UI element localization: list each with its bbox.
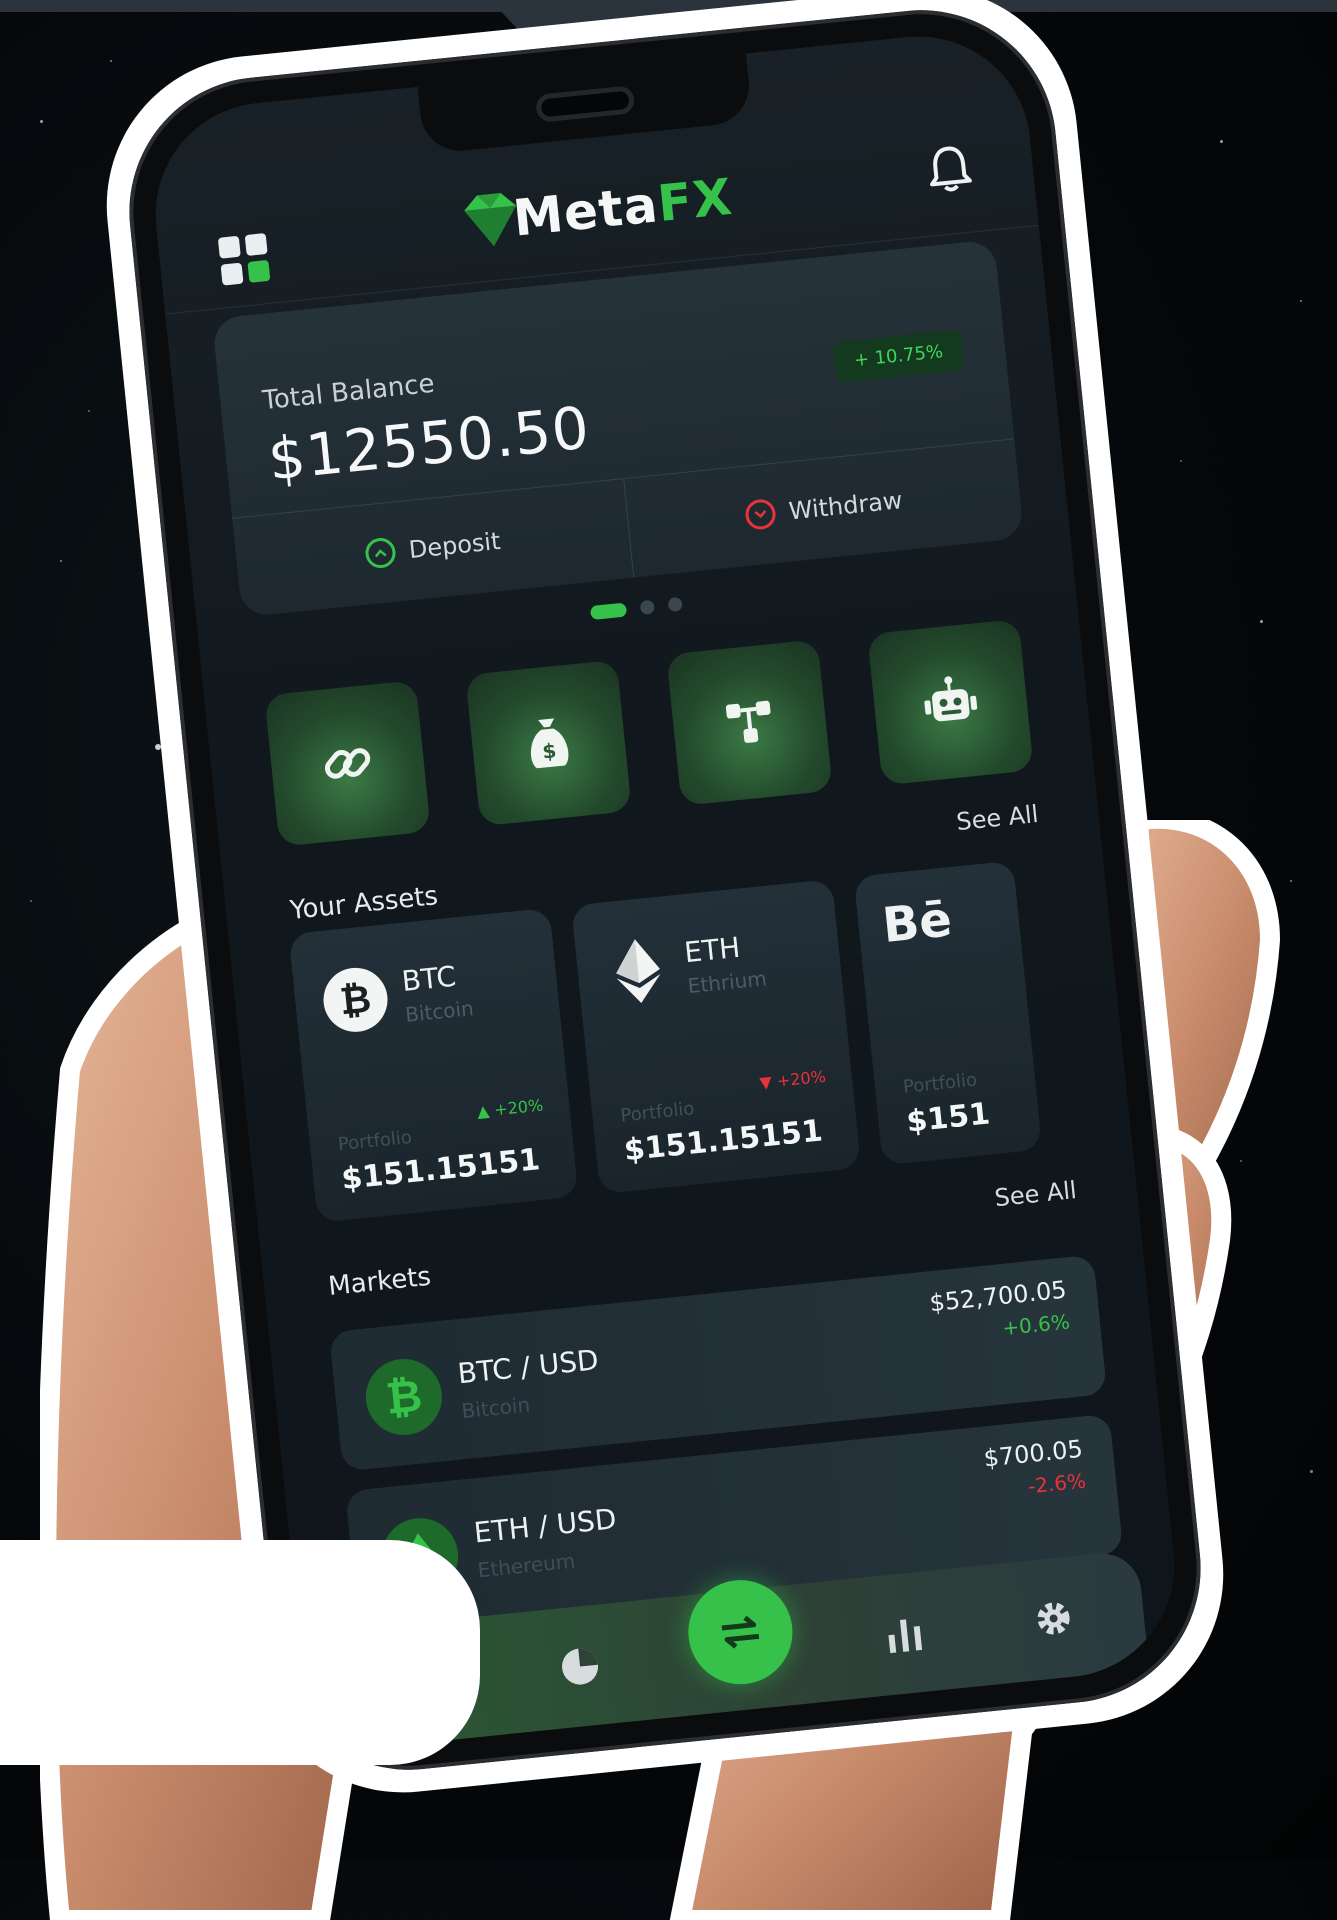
asset-name: Bitcoin [404, 996, 475, 1027]
markets-list: ₿ BTC / USD Bitcoin $52,700.05 +0.6% ETH… [327, 1230, 1141, 1631]
bar-chart-icon[interactable] [871, 1601, 937, 1667]
market-pair: BTC / USD [456, 1343, 601, 1391]
quick-action-network[interactable] [666, 639, 833, 806]
phone-frame: MetaFX Total Balance $12550.50 + 10.75% [116, 0, 1214, 1783]
asset-portfolio-label: Portfolio [902, 1069, 978, 1098]
quick-action-money[interactable]: $ [465, 659, 632, 827]
deposit-label: Deposit [407, 526, 502, 565]
app-screen: MetaFX Total Balance $12550.50 + 10.75% [144, 25, 1186, 1755]
asset-symbol: Bē [879, 891, 955, 955]
market-price: $700.05 [982, 1434, 1085, 1473]
asset-portfolio-label: Portfolio [619, 1098, 696, 1127]
logo-prefix: Meta [510, 175, 661, 248]
asset-symbol: ETH [682, 930, 742, 970]
carousel-dot-2[interactable] [639, 599, 656, 616]
markets-title: Markets [326, 1261, 433, 1302]
bell-icon[interactable] [924, 141, 975, 195]
asset-symbol: BTC [400, 959, 458, 998]
asset-value: $151 [904, 1096, 992, 1140]
asset-card-btc[interactable]: ₿ BTC Bitcoin ▲ +20% Portfolio $151.1515… [288, 907, 579, 1223]
market-change: +0.6% [1001, 1309, 1071, 1341]
grid-menu-icon[interactable] [217, 233, 273, 288]
market-name: Ethereum [476, 1548, 577, 1583]
assets-title: Your Assets [288, 881, 440, 926]
money-bag-icon: $ [530, 718, 569, 769]
speaker-icon [535, 85, 636, 123]
logo-suffix: FX [655, 167, 736, 234]
chevron-down-icon [743, 498, 777, 531]
app-logo: MetaFX [457, 166, 736, 253]
carousel-dot-1[interactable] [589, 602, 628, 621]
link-icon [324, 748, 371, 779]
phone-mockup: MetaFX Total Balance $12550.50 + 10.75% [92, 0, 1238, 1807]
white-pill-shape [0, 1540, 480, 1765]
bitcoin-icon: ₿ [320, 964, 391, 1035]
ethereum-icon [603, 936, 673, 1006]
robot-icon [924, 676, 978, 722]
assets-see-all-link[interactable]: See All [955, 800, 1040, 836]
asset-change: ▲ +20% [476, 1095, 545, 1122]
market-change: -2.6% [1026, 1468, 1088, 1499]
quick-actions: $ [264, 618, 1034, 847]
carousel-indicator [589, 596, 683, 621]
asset-card-partial[interactable]: Bē Portfolio $151 [853, 860, 1043, 1166]
withdraw-button[interactable]: Withdraw [623, 438, 1024, 577]
balance-label: Total Balance [261, 368, 436, 417]
asset-card-eth[interactable]: ETH Ethrium ▼ +20% Portfolio $151.15151 [571, 879, 862, 1195]
chevron-up-icon [363, 536, 397, 570]
network-icon [725, 700, 771, 743]
market-name: Bitcoin [460, 1392, 532, 1424]
market-pair: ETH / USD [472, 1502, 618, 1550]
quick-action-robot[interactable] [867, 618, 1034, 786]
bitcoin-icon: ₿ [362, 1355, 446, 1439]
markets-see-all-link[interactable]: See All [993, 1176, 1078, 1212]
asset-name: Ethrium [686, 966, 768, 999]
carousel-dot-3[interactable] [667, 596, 683, 613]
asset-portfolio-label: Portfolio [337, 1126, 413, 1156]
asset-change: ▼ +20% [758, 1066, 827, 1093]
withdraw-label: Withdraw [787, 486, 904, 526]
settings-icon[interactable] [1021, 1586, 1087, 1652]
quick-action-link[interactable] [264, 680, 431, 847]
pie-chart-icon[interactable] [547, 1634, 613, 1700]
svg-text:$: $ [541, 738, 557, 763]
balance-change-badge: + 10.75% [832, 329, 965, 384]
deposit-button[interactable]: Deposit [232, 478, 633, 617]
